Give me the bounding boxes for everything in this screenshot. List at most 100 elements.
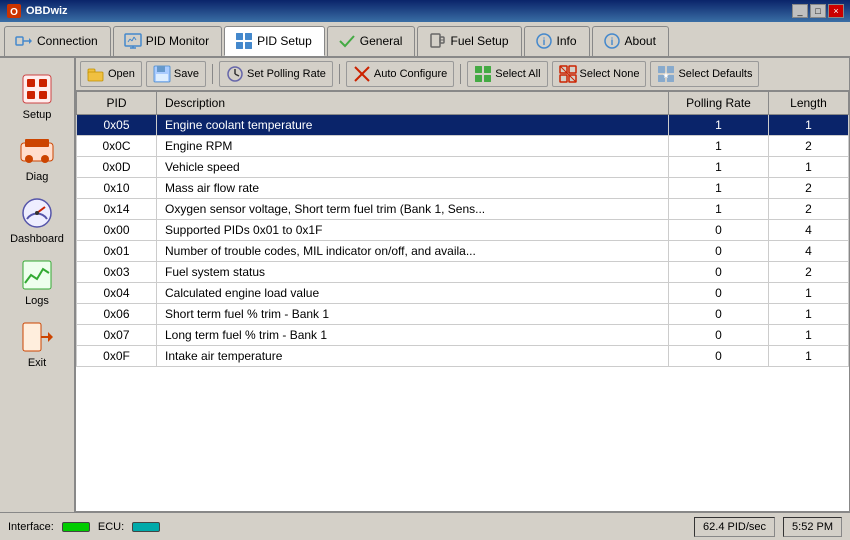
- app-title: OBDwiz: [26, 5, 68, 17]
- info-icon: i: [535, 32, 553, 50]
- tab-fuel-setup[interactable]: Fuel Setup: [417, 26, 521, 56]
- dashboard-icon: [19, 195, 55, 231]
- table-row[interactable]: 0x0DVehicle speed11: [77, 157, 849, 178]
- sidebar-item-diag[interactable]: Diag: [3, 128, 71, 188]
- table-row[interactable]: 0x0CEngine RPM12: [77, 136, 849, 157]
- sidebar-diag-label: Diag: [26, 171, 49, 183]
- title-bar-title: O OBDwiz: [6, 3, 68, 19]
- cell-polling: 1: [669, 178, 769, 199]
- table-row[interactable]: 0x06Short term fuel % trim - Bank 101: [77, 304, 849, 325]
- ecu-led: [132, 522, 160, 532]
- cell-length: 1: [769, 283, 849, 304]
- save-icon: [153, 65, 171, 83]
- toolbar-separator-3: [460, 64, 461, 84]
- table-row[interactable]: 0x03Fuel system status02: [77, 262, 849, 283]
- main-area: Setup Diag: [0, 58, 850, 512]
- cell-polling: 1: [669, 157, 769, 178]
- tab-pid-monitor[interactable]: PID Monitor: [113, 26, 222, 56]
- interface-led: [62, 522, 90, 532]
- cell-pid: 0x05: [77, 115, 157, 136]
- sidebar-item-setup[interactable]: Setup: [3, 66, 71, 126]
- auto-configure-icon: [353, 65, 371, 83]
- table-row[interactable]: 0x04Calculated engine load value01: [77, 283, 849, 304]
- pid-rate-value: 62.4 PID/sec: [703, 521, 766, 533]
- cell-description: Vehicle speed: [157, 157, 669, 178]
- toolbar: Open Save Set Polling Rate: [76, 58, 849, 91]
- cell-length: 1: [769, 346, 849, 367]
- tab-general[interactable]: General: [327, 26, 416, 56]
- cell-description: Engine RPM: [157, 136, 669, 157]
- polling-rate-icon: [226, 65, 244, 83]
- cell-pid: 0x06: [77, 304, 157, 325]
- select-none-label: Select None: [580, 68, 640, 80]
- select-all-label: Select All: [495, 68, 540, 80]
- cell-polling: 0: [669, 241, 769, 262]
- sidebar-exit-label: Exit: [28, 357, 46, 369]
- sidebar-item-dashboard[interactable]: Dashboard: [3, 190, 71, 250]
- sidebar-item-logs[interactable]: Logs: [3, 252, 71, 312]
- select-all-button[interactable]: Select All: [467, 61, 547, 87]
- table-row[interactable]: 0x07Long term fuel % trim - Bank 101: [77, 325, 849, 346]
- tab-info-label: Info: [557, 34, 577, 48]
- cell-length: 1: [769, 304, 849, 325]
- select-none-button[interactable]: Select None: [552, 61, 647, 87]
- tab-about[interactable]: i About: [592, 26, 669, 56]
- toolbar-separator-1: [212, 64, 213, 84]
- col-header-description: Description: [157, 92, 669, 115]
- tab-fuel-setup-label: Fuel Setup: [450, 34, 508, 48]
- col-header-pid: PID: [77, 92, 157, 115]
- cell-polling: 0: [669, 325, 769, 346]
- pid-table-container[interactable]: PID Description Polling Rate Length 0x05…: [76, 91, 849, 511]
- cell-length: 1: [769, 157, 849, 178]
- cell-length: 1: [769, 115, 849, 136]
- tab-info[interactable]: i Info: [524, 26, 590, 56]
- cell-description: Calculated engine load value: [157, 283, 669, 304]
- cell-pid: 0x04: [77, 283, 157, 304]
- col-header-polling: Polling Rate: [669, 92, 769, 115]
- table-row[interactable]: 0x10Mass air flow rate12: [77, 178, 849, 199]
- status-bar: Interface: ECU: 62.4 PID/sec 5:52 PM: [0, 512, 850, 540]
- title-bar: O OBDwiz _ □ ×: [0, 0, 850, 22]
- cell-polling: 1: [669, 199, 769, 220]
- maximize-button[interactable]: □: [810, 4, 826, 18]
- table-row[interactable]: 0x01Number of trouble codes, MIL indicat…: [77, 241, 849, 262]
- cell-length: 1: [769, 325, 849, 346]
- table-row[interactable]: 0x0FIntake air temperature01: [77, 346, 849, 367]
- cell-polling: 0: [669, 283, 769, 304]
- save-button[interactable]: Save: [146, 61, 206, 87]
- table-row[interactable]: 0x00Supported PIDs 0x01 to 0x1F04: [77, 220, 849, 241]
- cell-description: Fuel system status: [157, 262, 669, 283]
- cell-description: Intake air temperature: [157, 346, 669, 367]
- setup-icon: [19, 71, 55, 107]
- auto-configure-button[interactable]: Auto Configure: [346, 61, 454, 87]
- pid-table: PID Description Polling Rate Length 0x05…: [76, 91, 849, 367]
- tab-connection[interactable]: Connection: [4, 26, 111, 56]
- cell-pid: 0x01: [77, 241, 157, 262]
- table-row[interactable]: 0x05Engine coolant temperature11: [77, 115, 849, 136]
- close-button[interactable]: ×: [828, 4, 844, 18]
- sidebar: Setup Diag: [0, 58, 75, 512]
- fuel-setup-icon: [428, 32, 446, 50]
- interface-label: Interface:: [8, 521, 54, 533]
- cell-pid: 0x0C: [77, 136, 157, 157]
- title-bar-controls[interactable]: _ □ ×: [792, 4, 844, 18]
- tab-pid-monitor-label: PID Monitor: [146, 34, 209, 48]
- set-polling-rate-label: Set Polling Rate: [247, 68, 326, 80]
- content-area: Open Save Set Polling Rate: [75, 58, 850, 512]
- tab-pid-setup[interactable]: PID Setup: [224, 26, 325, 56]
- pid-table-body: 0x05Engine coolant temperature110x0CEngi…: [77, 115, 849, 367]
- diag-icon: [19, 133, 55, 169]
- open-button[interactable]: Open: [80, 61, 142, 87]
- cell-length: 4: [769, 220, 849, 241]
- minimize-button[interactable]: _: [792, 4, 808, 18]
- cell-pid: 0x0F: [77, 346, 157, 367]
- general-icon: [338, 32, 356, 50]
- cell-description: Mass air flow rate: [157, 178, 669, 199]
- select-defaults-button[interactable]: ★ Select Defaults: [650, 61, 759, 87]
- set-polling-rate-button[interactable]: Set Polling Rate: [219, 61, 333, 87]
- cell-polling: 0: [669, 346, 769, 367]
- cell-pid: 0x00: [77, 220, 157, 241]
- sidebar-item-exit[interactable]: Exit: [3, 314, 71, 374]
- table-row[interactable]: 0x14Oxygen sensor voltage, Short term fu…: [77, 199, 849, 220]
- tab-general-label: General: [360, 34, 403, 48]
